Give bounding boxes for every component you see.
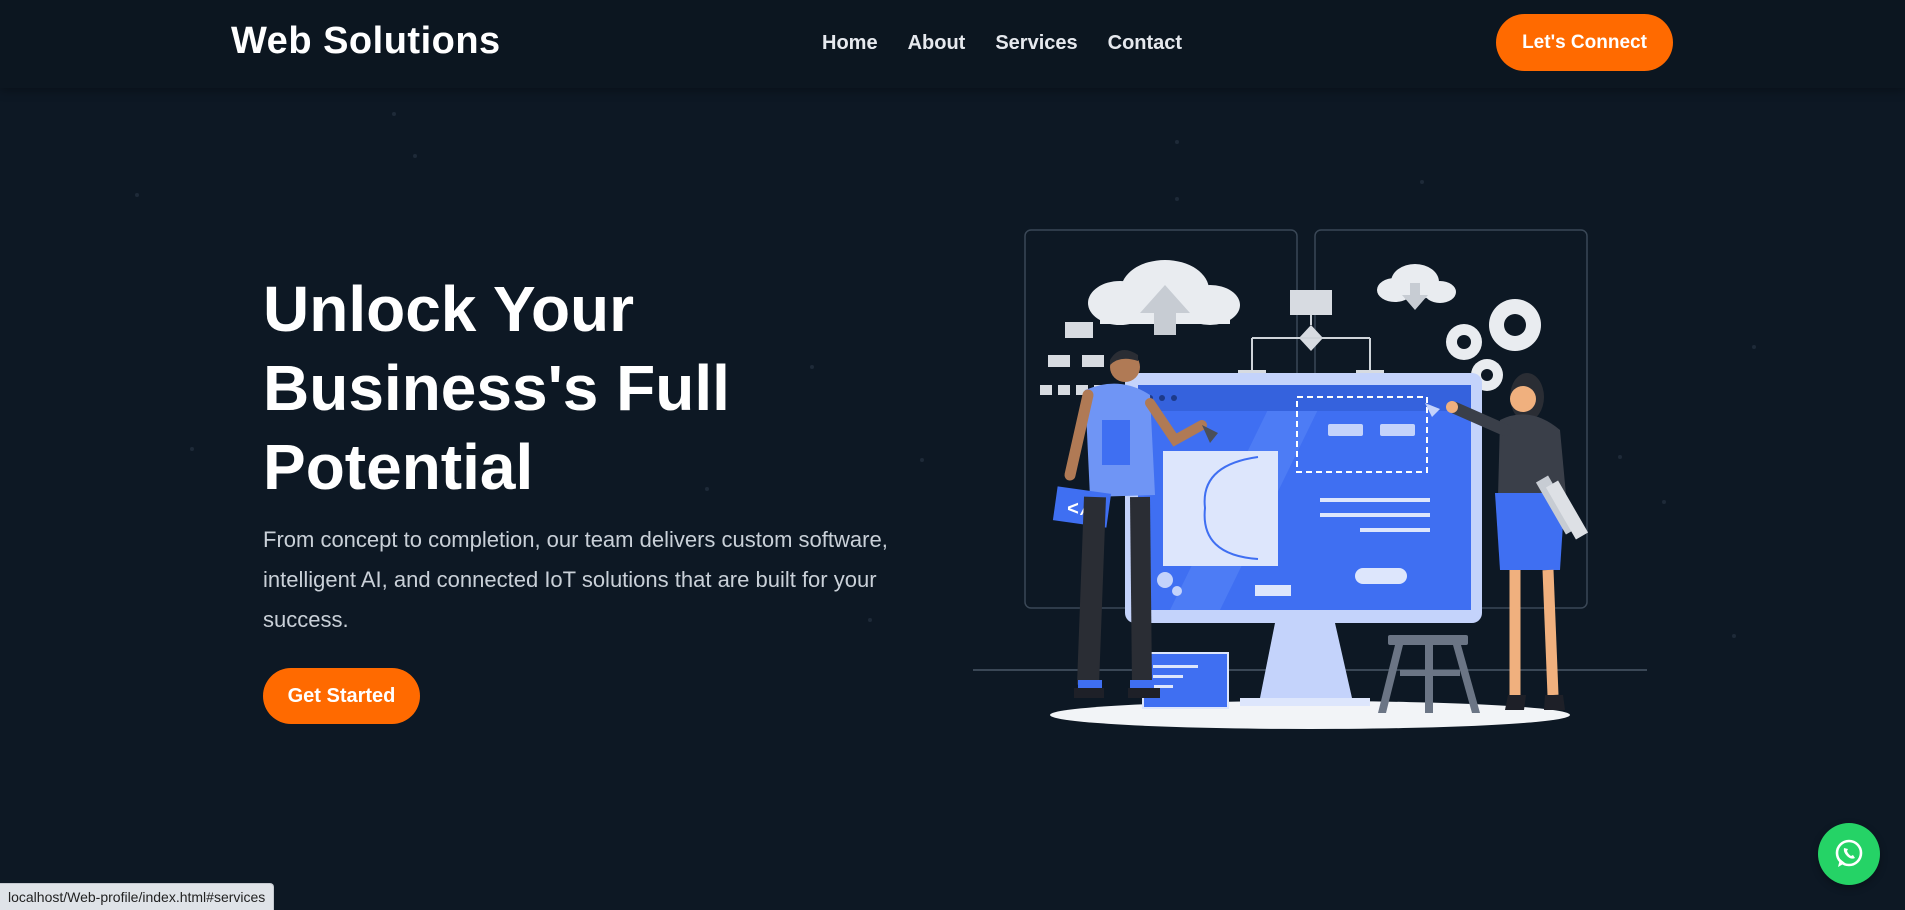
nav-home[interactable]: Home [822, 32, 878, 55]
lets-connect-button[interactable]: Let's Connect [1496, 14, 1673, 71]
brand-logo[interactable]: Web Solutions [231, 20, 501, 63]
cloud-upload-icon [1088, 260, 1240, 335]
browser-status-bar: localhost/Web-profile/index.html#service… [0, 883, 275, 910]
hero-title-line-1: Unlock Your [263, 273, 635, 345]
hero-title-line-2: Business's Full [263, 352, 730, 424]
site-header: Web Solutions Home About Services Contac… [0, 0, 1905, 88]
cloud-download-icon [1377, 264, 1456, 310]
org-chart-diagram [1040, 322, 1106, 395]
nav-services[interactable]: Services [995, 32, 1077, 55]
hero-title-line-3: Potential [263, 431, 534, 503]
hero-illustration: </> [973, 229, 1647, 729]
main-nav: Home About Services Contact [822, 32, 1182, 55]
whatsapp-icon [1835, 839, 1863, 867]
hero-title: Unlock Your Business's Full Potential [263, 270, 863, 507]
flowchart-diagram [1238, 290, 1384, 380]
whatsapp-button[interactable] [1818, 823, 1880, 885]
get-started-button[interactable]: Get Started [263, 668, 420, 724]
nav-about[interactable]: About [908, 32, 966, 55]
stool [1378, 635, 1480, 713]
hero-subtitle: From concept to completion, our team del… [263, 527, 888, 632]
nav-contact[interactable]: Contact [1108, 32, 1182, 55]
